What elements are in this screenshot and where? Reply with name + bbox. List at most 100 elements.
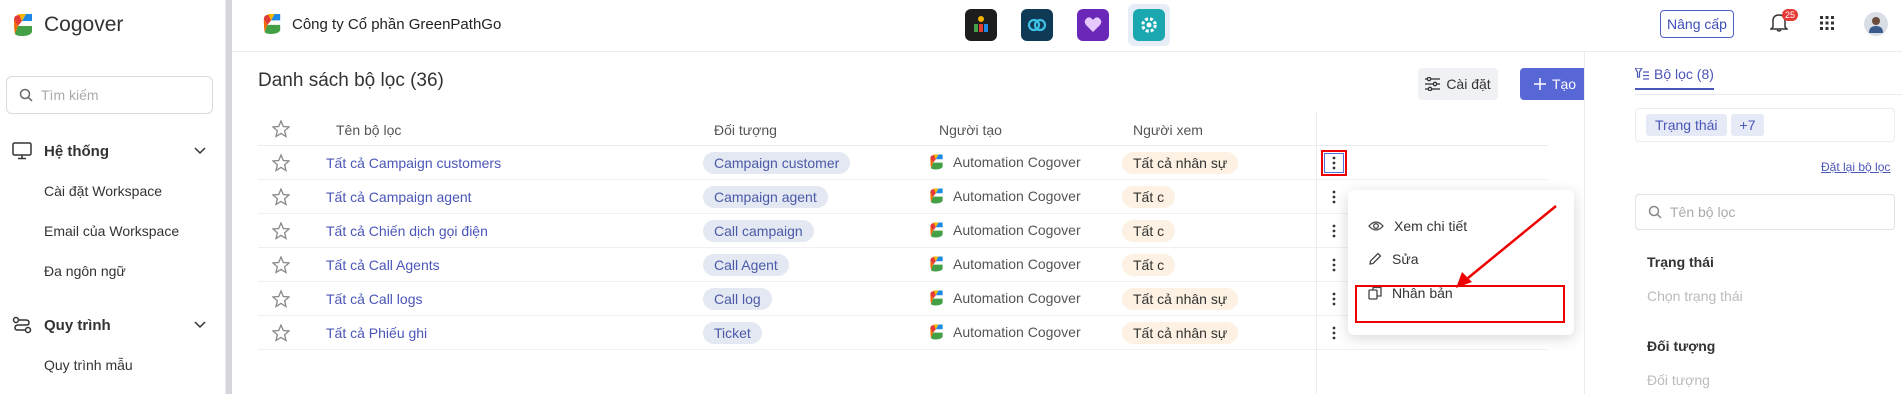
sidebar-item-languages[interactable]: Đa ngôn ngữ	[44, 263, 126, 279]
company-switcher[interactable]: Công ty Cổ phần GreenPathGo	[262, 12, 501, 36]
search-icon	[1648, 205, 1662, 219]
brand[interactable]: Cogover	[12, 12, 123, 38]
object-tag: Call Agent	[703, 254, 789, 276]
cogover-logo-icon	[14, 14, 32, 36]
active-filter-chips[interactable]: Trạng thái +7	[1635, 108, 1895, 142]
star-icon[interactable]	[272, 188, 290, 206]
menu-item-edit[interactable]: Sửa	[1368, 251, 1419, 267]
settings-button[interactable]: Cài đặt	[1418, 68, 1498, 100]
viewer-tag: Tất cả nhân sự	[1122, 322, 1239, 344]
object-field-label: Đối tượng	[1647, 338, 1716, 354]
object-tag: Call log	[703, 288, 772, 310]
cogover-logo-icon	[930, 154, 943, 170]
filter-name-link[interactable]: Tất cả Campaign agent	[326, 189, 472, 205]
filter-name-link[interactable]: Tất cả Phiếu ghi	[326, 325, 427, 341]
viewer-tag: Tất c	[1122, 254, 1176, 276]
status-select[interactable]: Chọn trạng thái	[1647, 288, 1743, 304]
org-chart-app-icon	[965, 9, 997, 41]
sidebar-item-workspace-email[interactable]: Email của Workspace	[44, 223, 179, 239]
app-tile-org[interactable]	[960, 4, 1002, 46]
object-tag: Ticket	[703, 322, 762, 344]
reset-filters-link[interactable]: Đặt lại bộ lọc	[1821, 160, 1890, 174]
filter-name-link[interactable]: Tất cả Call Agents	[326, 257, 440, 273]
chevron-down-icon	[194, 147, 206, 155]
viewer-tag: Tất c	[1122, 186, 1176, 208]
sidebar-search-input[interactable]	[41, 87, 191, 103]
avatar[interactable]	[1864, 12, 1888, 36]
object-select[interactable]: Đối tượng	[1647, 372, 1710, 388]
filter-name-link[interactable]: Tất cả Chiến dịch gọi điện	[326, 223, 488, 239]
more-vertical-icon	[1332, 326, 1336, 340]
row-actions-button[interactable]	[1321, 320, 1347, 346]
object-tag: Campaign agent	[703, 186, 828, 208]
column-header-name[interactable]: Tên bộ lọc	[336, 122, 401, 138]
creator-cell: Automation Cogover	[929, 323, 1081, 341]
row-actions-focus	[1324, 153, 1344, 173]
create-button-label: Tạo	[1551, 76, 1577, 92]
tab-filters[interactable]: Bộ lọc (8)	[1635, 66, 1714, 90]
more-vertical-icon	[1332, 258, 1336, 272]
notification-badge: 25	[1782, 9, 1799, 21]
column-header-creator[interactable]: Người tạo	[939, 122, 1002, 138]
sidebar-search[interactable]	[6, 76, 213, 114]
row-actions-button[interactable]	[1321, 286, 1347, 312]
column-header-object[interactable]: Đối tượng	[714, 122, 777, 138]
row-actions-button[interactable]	[1321, 218, 1347, 244]
viewer-tag: Tất c	[1122, 220, 1176, 242]
app-tile-settings[interactable]	[1128, 4, 1170, 46]
duplicate-highlight-box	[1355, 285, 1565, 323]
user-avatar-icon	[1869, 17, 1883, 33]
create-button[interactable]: Tạo	[1520, 68, 1590, 100]
star-icon[interactable]	[272, 290, 290, 308]
menu-item-view-details[interactable]: Xem chi tiết	[1368, 218, 1467, 234]
plus-icon	[1533, 78, 1546, 90]
menu-item-edit-label: Sửa	[1392, 251, 1419, 267]
table-row[interactable]: Tất cả Campaign customers Campaign custom…	[258, 146, 1548, 180]
link-app-icon	[1021, 9, 1053, 41]
object-tag: Campaign customer	[703, 152, 851, 174]
row-actions-button[interactable]	[1321, 184, 1347, 210]
apps-grid-icon[interactable]	[1820, 16, 1834, 30]
nav-group-system[interactable]: Hệ thống	[12, 142, 206, 160]
filter-panel: Bộ lọc (8) Trạng thái +7 Đặt lại bộ lọc …	[1584, 52, 1902, 394]
filter-name-link[interactable]: Tất cả Call logs	[326, 291, 422, 307]
sidebar-item-workspace-settings[interactable]: Cài đặt Workspace	[44, 183, 162, 199]
tab-filters-label: Bộ lọc (8)	[1654, 66, 1714, 82]
cogover-logo-icon	[930, 222, 943, 238]
sidebar-item-workflow-templates[interactable]: Quy trình mẫu	[44, 357, 133, 373]
creator-name: Automation Cogover	[953, 154, 1081, 170]
filter-list-icon	[1635, 68, 1649, 80]
creator-cell: Automation Cogover	[929, 255, 1081, 273]
settings-button-label: Cài đặt	[1446, 76, 1491, 92]
nav-group-workflow[interactable]: Quy trình	[12, 316, 206, 334]
star-icon[interactable]	[272, 222, 290, 240]
filter-chip[interactable]: Trạng thái	[1646, 114, 1727, 136]
table-header: Tên bộ lọc Đối tượng Người tạo Người xem	[258, 112, 1548, 146]
heart-app-icon	[1077, 9, 1109, 41]
filter-name-search[interactable]	[1635, 194, 1895, 230]
app-tile-link[interactable]	[1016, 4, 1058, 46]
creator-name: Automation Cogover	[953, 188, 1081, 204]
creator-cell: Automation Cogover	[929, 153, 1081, 171]
creator-cell: Automation Cogover	[929, 187, 1081, 205]
filter-name-link[interactable]: Tất cả Campaign customers	[326, 155, 501, 171]
filter-name-input[interactable]	[1670, 204, 1870, 220]
filter-chip-more[interactable]: +7	[1730, 114, 1765, 136]
status-field-label: Trạng thái	[1647, 254, 1714, 270]
app-tile-heart[interactable]	[1072, 4, 1114, 46]
creator-name: Automation Cogover	[953, 290, 1081, 306]
star-icon[interactable]	[272, 256, 290, 274]
upgrade-button[interactable]: Nâng cấp	[1660, 10, 1734, 38]
cogover-logo-icon	[930, 290, 943, 306]
creator-name: Automation Cogover	[953, 222, 1081, 238]
star-icon[interactable]	[272, 120, 290, 138]
cogover-logo-icon	[930, 256, 943, 272]
star-icon[interactable]	[272, 324, 290, 342]
object-tag: Call campaign	[703, 220, 814, 242]
monitor-icon	[12, 142, 32, 160]
row-actions-button[interactable]	[1321, 252, 1347, 278]
column-header-viewer[interactable]: Người xem	[1133, 122, 1203, 138]
pencil-icon	[1369, 252, 1382, 265]
row-actions-button[interactable]	[1321, 150, 1347, 176]
star-icon[interactable]	[272, 154, 290, 172]
